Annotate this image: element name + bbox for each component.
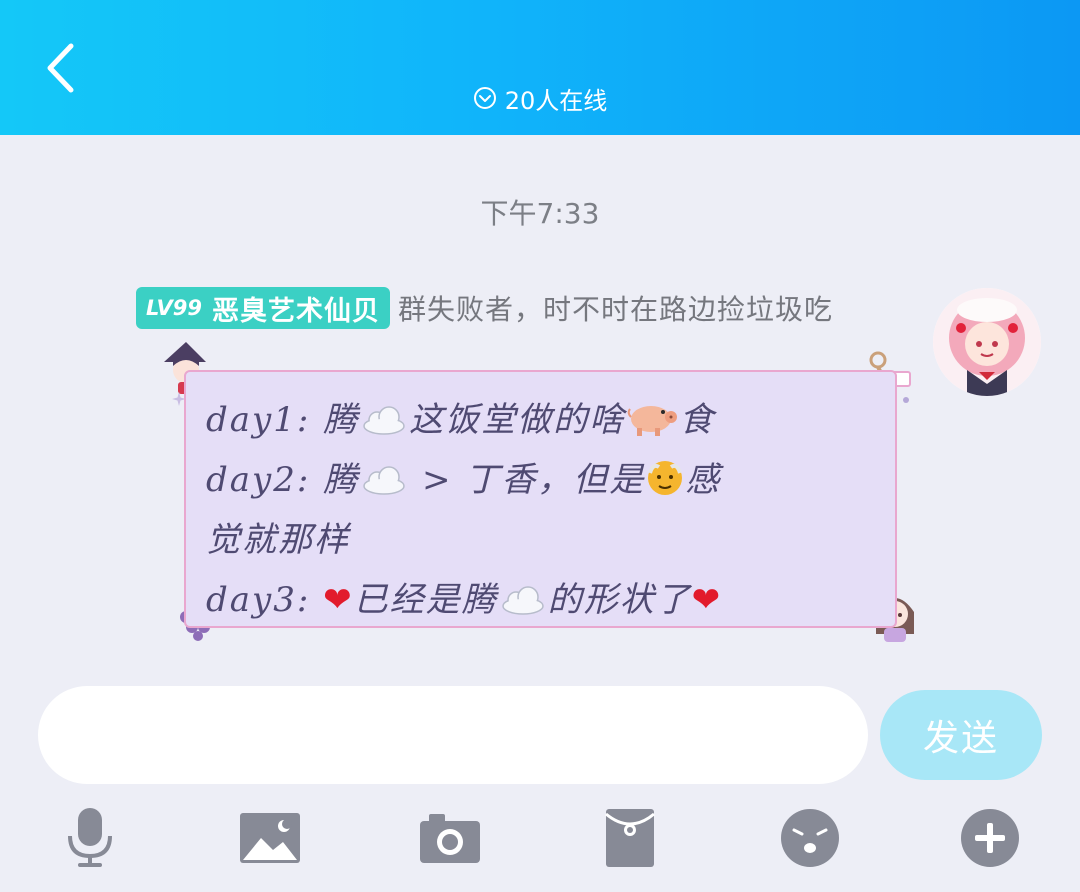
online-count-label: 20人在线 — [504, 86, 608, 115]
camera-button[interactable] — [418, 806, 482, 870]
message-line-3: 觉就那样 — [206, 520, 350, 560]
send-button[interactable]: 发送 — [880, 690, 1042, 780]
avatar[interactable] — [933, 288, 1041, 396]
header-bar: 20人在线 — [0, 0, 1080, 135]
anime-girl-avatar-icon — [933, 288, 1041, 396]
message-bubble[interactable]: day1: 腾这饭堂做的啥食 day2: 腾 > 丁香，但是感 觉就那样 day… — [184, 370, 897, 628]
message-line-1: day1: 腾这饭堂做的啥食 — [206, 400, 716, 440]
image-icon — [240, 813, 300, 863]
heart-emoji-icon: ❤ — [323, 580, 354, 620]
chevron-circle-down-icon — [473, 87, 496, 109]
message-content: day1: 腾这饭堂做的啥食 day2: 腾 > 丁香，但是感 觉就那样 day… — [206, 390, 886, 630]
emoji-button[interactable] — [778, 806, 842, 870]
plus-icon — [961, 809, 1019, 867]
red-packet-icon — [605, 809, 655, 867]
message-line-2: day2: 腾 > 丁香，但是感 — [206, 450, 886, 510]
emoji-icon — [781, 809, 839, 867]
cloud-emoji-icon — [501, 586, 544, 615]
sender-nickname: 恶臭艺术仙贝 — [211, 295, 380, 327]
more-button[interactable] — [958, 806, 1022, 870]
older-man-emoji-icon — [648, 461, 683, 495]
message-timestamp: 下午7:33 — [480, 197, 600, 230]
red-packet-button[interactable] — [598, 806, 662, 870]
message-input[interactable] — [38, 686, 868, 784]
group-title: 群失败者，时不时在路边捡垃圾吃 — [397, 293, 833, 326]
level-badge: LV99 — [146, 296, 202, 320]
camera-icon — [420, 814, 480, 863]
sender-info: LV99 恶臭艺术仙贝 群失败者，时不时在路边捡垃圾吃 — [136, 287, 833, 329]
cloud-emoji-icon — [363, 406, 405, 435]
member-badge[interactable]: LV99 恶臭艺术仙贝 — [136, 287, 390, 329]
heart-emoji-icon: ❤ — [691, 580, 723, 620]
image-button[interactable] — [238, 806, 302, 870]
online-status[interactable]: 20人在线 — [0, 80, 1080, 116]
microphone-icon — [68, 808, 112, 867]
message-line-4: day3: ❤已经是腾 的形状了❤ — [206, 580, 723, 620]
voice-button[interactable] — [58, 806, 122, 870]
cloud-emoji-icon — [363, 466, 405, 495]
pig-emoji-icon — [627, 406, 678, 436]
message-bubble-container: day1: 腾这饭堂做的啥食 day2: 腾 > 丁香，但是感 觉就那样 day… — [160, 340, 920, 645]
